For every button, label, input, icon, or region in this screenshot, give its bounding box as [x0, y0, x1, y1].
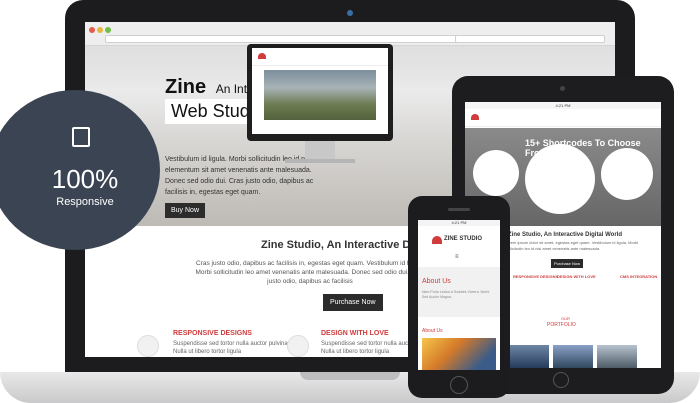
tablet-home-button[interactable]	[553, 372, 569, 388]
tablet-body: Lorem ipsum dolor sit amet, egestas eget…	[505, 240, 639, 251]
browser-maximize-dot[interactable]	[105, 27, 111, 33]
feature-title: RESPONSIVE DESIGNS	[173, 330, 252, 337]
imac-nav	[252, 48, 388, 66]
tablet-feature: RESPONSIVE DESIGNS	[513, 274, 559, 279]
laptop-camera	[347, 10, 353, 16]
mobile-icon	[137, 335, 159, 357]
badge-value: 100%	[51, 164, 119, 194]
about-label: About Us	[422, 328, 443, 334]
portfolio-image[interactable]	[553, 345, 593, 368]
buy-now-button[interactable]: Buy Now	[165, 203, 206, 218]
logo-icon	[258, 53, 266, 59]
feature-text: Suspendisse sed tortor nulla auctor pulv…	[173, 341, 292, 355]
imac-stand	[305, 141, 335, 159]
phone-logo: ZINE STUDIO	[432, 232, 490, 250]
tablet-nav	[465, 109, 661, 127]
purchase-now-button[interactable]: Purchase Now	[323, 294, 383, 311]
bubble	[601, 148, 653, 200]
browser-search-bar[interactable]	[455, 35, 605, 43]
download-icon	[72, 127, 90, 147]
hero-title-text: Zine	[165, 76, 207, 98]
tablet-status-bar: 4:21 PM	[465, 102, 661, 109]
tablet-camera	[560, 86, 565, 91]
bubble	[473, 150, 519, 196]
logo-text: ZINE STUDIO	[444, 236, 483, 242]
portfolio-image[interactable]	[509, 345, 549, 368]
browser-close-dot[interactable]	[89, 27, 95, 33]
hamburger-icon[interactable]: ≡	[455, 254, 459, 260]
portfolio-top: OUR	[561, 316, 570, 321]
phone-speaker	[448, 208, 470, 211]
feature-responsive: RESPONSIVE DESIGNS Suspendisse sed torto…	[173, 330, 293, 356]
browser-minimize-dot[interactable]	[97, 27, 103, 33]
portfolio-image[interactable]	[597, 345, 637, 368]
imac-screen	[252, 48, 388, 134]
device-mockup-stage: Zine An Interactive Web Studio Vestibulu…	[0, 0, 700, 403]
badge-label: Responsive	[56, 196, 114, 208]
bubble	[525, 144, 595, 214]
heart-icon	[287, 335, 309, 357]
browser-chrome	[85, 22, 615, 46]
phone-screen: 4:21 PM ZINE STUDIO ≡ About Us Nam Porta…	[418, 220, 500, 370]
tablet-purchase-button[interactable]: Purchase Now	[551, 259, 584, 268]
imac-foot	[285, 159, 355, 163]
mountain-image	[264, 70, 376, 120]
logo-icon	[471, 114, 479, 120]
portfolio-label: PORTFOLIO	[547, 322, 576, 328]
phone-status-bar: 4:21 PM	[418, 220, 500, 226]
tablet-feature: DESIGN WITH LOVE	[557, 274, 596, 279]
tablet-feature: CMS INTEGRATION	[620, 274, 658, 279]
laptop-notch	[300, 372, 400, 380]
logo-icon	[432, 236, 442, 244]
content-body: Cras justo odio, dapibus ac facilisis in…	[195, 260, 425, 285]
about-image	[422, 338, 496, 370]
about-title: About Us	[422, 278, 451, 285]
phone-home-button[interactable]	[450, 376, 468, 394]
about-text: Nam Porta Lectus A Sodales Viverra. Morb…	[422, 290, 490, 299]
